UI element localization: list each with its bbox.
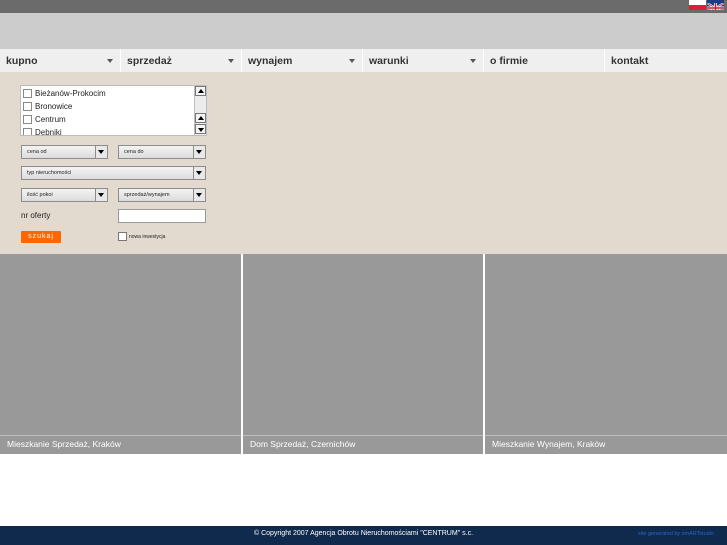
- rooms-select[interactable]: ilość pokoi: [21, 188, 108, 202]
- nav-item-label: warunki: [369, 55, 409, 67]
- scroll-down-icon[interactable]: [195, 124, 206, 134]
- district-label: Bronowice: [35, 101, 73, 111]
- select-value: cena do: [124, 149, 144, 155]
- nav-item-label: wynajem: [248, 55, 293, 67]
- nav-item-label: kupno: [6, 55, 38, 67]
- nav-item-sprzedaz[interactable]: sprzedaż: [121, 49, 242, 72]
- offer-tile[interactable]: Mieszkanie Wynajem, Kraków: [485, 254, 727, 454]
- checkbox[interactable]: [23, 127, 32, 135]
- district-list[interactable]: Bieżanów-Prokocim Bronowice Centrum Dębn…: [20, 85, 207, 136]
- chevron-down-icon: [193, 189, 205, 201]
- copyright-text: © Copyright 2007 Agencja Obrotu Nierucho…: [253, 530, 474, 537]
- price-from-select[interactable]: cena od: [21, 145, 108, 159]
- search-panel: Bieżanów-Prokocim Bronowice Centrum Dębn…: [0, 72, 727, 254]
- main-nav: kupno sprzedaż wynajem warunki o firmie …: [0, 49, 727, 72]
- divider: [243, 435, 483, 436]
- footer: © Copyright 2007 Agencja Obrotu Nierucho…: [0, 526, 727, 545]
- offer-number-input[interactable]: [118, 209, 206, 223]
- chevron-down-icon: [95, 189, 107, 201]
- offer-caption: Mieszkanie Sprzedaż, Kraków: [7, 439, 121, 449]
- chevron-down-icon: [193, 146, 205, 158]
- top-bar: [0, 0, 727, 13]
- list-item[interactable]: Bieżanów-Prokocim: [21, 86, 206, 99]
- checkbox[interactable]: [23, 101, 32, 111]
- district-label: Bieżanów-Prokocim: [35, 88, 106, 98]
- flag-en-icon[interactable]: [707, 0, 724, 10]
- header-band: [0, 13, 727, 49]
- checkbox[interactable]: [23, 114, 32, 124]
- featured-offers: Mieszkanie Sprzedaż, Kraków Dom Sprzedaż…: [0, 254, 727, 454]
- scroll-up-icon[interactable]: [195, 86, 206, 96]
- scroll-thumb-up-icon[interactable]: [195, 113, 206, 123]
- list-item[interactable]: Centrum: [21, 112, 206, 125]
- chevron-down-icon: [95, 146, 107, 158]
- district-label: Dębniki: [35, 127, 62, 136]
- chevron-down-icon: [107, 59, 113, 63]
- divider: [0, 435, 241, 436]
- select-value: typ nieruchomości: [27, 170, 72, 176]
- nav-item-o-firmie[interactable]: o firmie: [484, 49, 605, 72]
- select-value: ilość pokoi: [27, 192, 53, 198]
- offer-tile[interactable]: Mieszkanie Sprzedaż, Kraków: [0, 254, 241, 454]
- flag-pl-icon[interactable]: [689, 0, 706, 10]
- chevron-down-icon: [470, 59, 476, 63]
- district-label: Centrum: [35, 114, 66, 124]
- select-value: sprzedaż/wynajem: [124, 192, 170, 198]
- nav-item-wynajem[interactable]: wynajem: [242, 49, 363, 72]
- offer-caption: Mieszkanie Wynajem, Kraków: [492, 439, 606, 449]
- new-investment-checkbox[interactable]: [118, 232, 127, 241]
- nav-item-label: o firmie: [490, 55, 528, 67]
- nav-item-label: sprzedaż: [127, 55, 172, 67]
- new-investment-label: nowa inwestycja: [129, 234, 166, 240]
- select-value: cena od: [27, 149, 47, 155]
- checkbox[interactable]: [23, 88, 32, 98]
- nav-item-kontakt[interactable]: kontakt: [605, 49, 727, 72]
- credit-link[interactable]: site generated by smARTstudio: [638, 531, 714, 537]
- transaction-select[interactable]: sprzedaż/wynajem: [118, 188, 206, 202]
- nav-item-kupno[interactable]: kupno: [0, 49, 121, 72]
- offer-caption: Dom Sprzedaż, Czernichów: [250, 439, 356, 449]
- list-item[interactable]: Bronowice: [21, 99, 206, 112]
- offer-tile[interactable]: Dom Sprzedaż, Czernichów: [243, 254, 483, 454]
- offer-number-label: nr oferty: [21, 211, 51, 220]
- search-button[interactable]: szukaj: [21, 231, 61, 243]
- nav-item-warunki[interactable]: warunki: [363, 49, 484, 72]
- chevron-down-icon: [349, 59, 355, 63]
- nav-item-label: kontakt: [611, 55, 649, 67]
- divider: [485, 435, 727, 436]
- list-scrollbar[interactable]: [194, 86, 206, 135]
- list-item[interactable]: Dębniki: [21, 125, 206, 136]
- chevron-down-icon: [193, 167, 205, 179]
- chevron-down-icon: [228, 59, 234, 63]
- property-type-select[interactable]: typ nieruchomości: [21, 166, 206, 180]
- price-to-select[interactable]: cena do: [118, 145, 206, 159]
